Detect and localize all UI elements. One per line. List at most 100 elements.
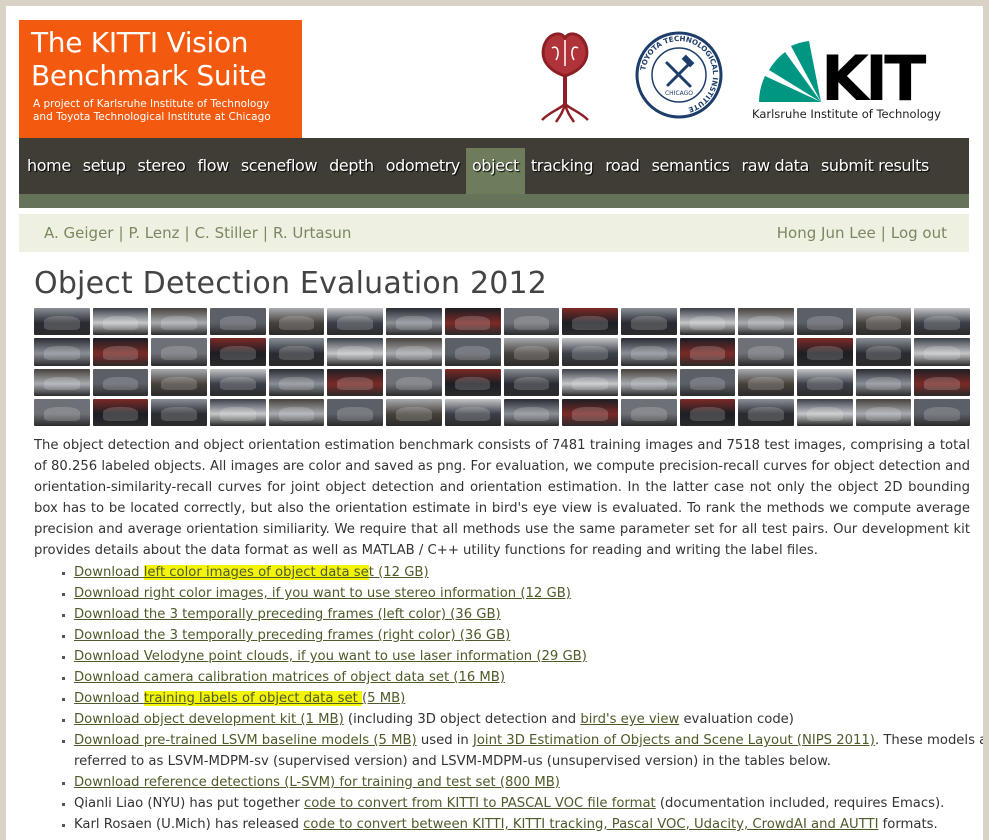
car-thumbnail: [796, 338, 853, 366]
pascal-voc-converter-link[interactable]: code to convert from KITTI to PASCAL VOC…: [304, 796, 656, 811]
download-velodyne-link[interactable]: Download Velodyne point clouds, if you w…: [74, 649, 587, 664]
car-thumbnail: [92, 308, 149, 336]
nav-home[interactable]: home: [21, 148, 77, 194]
car-thumbnail: [327, 398, 384, 426]
car-thumbnail: [92, 338, 149, 366]
nav-stereo[interactable]: stereo: [132, 148, 192, 194]
list-item: Download right color images, if you want…: [74, 583, 983, 604]
car-thumbnail: [327, 368, 384, 396]
car-thumbnail: [34, 338, 90, 366]
nav-semantics[interactable]: semantics: [646, 148, 736, 194]
car-thumbnail: [679, 308, 736, 336]
car-thumbnail: [796, 398, 853, 426]
user-name-link[interactable]: Hong Jun Lee: [777, 224, 876, 242]
nav-setup[interactable]: setup: [77, 148, 132, 194]
car-thumbnail: [503, 398, 560, 426]
list-item: Download pre-trained LSVM baseline model…: [74, 730, 983, 772]
kit-caption: Karlsruhe Institute of Technology: [752, 107, 941, 121]
example-images-grid: [34, 308, 970, 426]
car-thumbnail: [503, 308, 560, 336]
download-prev-frames-right-link[interactable]: Download the 3 temporally preceding fram…: [74, 628, 510, 643]
car-thumbnail: [34, 308, 90, 336]
car-thumbnail: [327, 338, 384, 366]
separator: |: [880, 224, 886, 242]
car-thumbnail: [444, 398, 501, 426]
list-item: Download reference detections (L-SVM) fo…: [74, 772, 983, 793]
car-thumbnail: [503, 368, 560, 396]
car-thumbnail: [210, 368, 266, 396]
car-thumbnail: [386, 338, 442, 366]
car-thumbnail: [444, 368, 501, 396]
author-link-lenz[interactable]: P. Lenz: [129, 224, 180, 242]
link-text: Download: [74, 565, 144, 580]
format-converter-link[interactable]: code to convert between KITTI, KITTI tra…: [303, 817, 878, 832]
logo-title: The KITTI Vision Benchmark Suite: [31, 26, 267, 92]
car-thumbnail: [151, 308, 208, 336]
car-thumbnail: [738, 368, 794, 396]
car-thumbnail: [444, 338, 501, 366]
download-training-labels-link[interactable]: Download training labels of object data …: [74, 691, 405, 706]
separator: |: [184, 224, 190, 242]
car-thumbnail: [503, 338, 560, 366]
birds-eye-view-link[interactable]: bird's eye view: [580, 712, 679, 727]
author-link-geiger[interactable]: A. Geiger: [44, 224, 113, 242]
car-thumbnail: [855, 368, 912, 396]
car-thumbnail: [386, 308, 442, 336]
car-thumbnail: [855, 308, 912, 336]
download-calibration-link[interactable]: Download camera calibration matrices of …: [74, 670, 505, 685]
item-text: evaluation code): [679, 712, 794, 727]
download-lsvm-models-link[interactable]: Download pre-trained LSVM baseline model…: [74, 733, 417, 748]
highlighted-text: left color images of object data se: [143, 565, 369, 580]
kitti-logo[interactable]: The KITTI Vision Benchmark Suite A proje…: [19, 20, 302, 138]
nav-depth[interactable]: depth: [323, 148, 380, 194]
car-thumbnail: [151, 338, 208, 366]
car-thumbnail: [386, 398, 442, 426]
car-thumbnail: [92, 368, 149, 396]
car-thumbnail: [855, 338, 912, 366]
car-thumbnail: [34, 398, 90, 426]
car-thumbnail: [620, 368, 677, 396]
car-thumbnail: [796, 368, 853, 396]
nav-road[interactable]: road: [599, 148, 645, 194]
car-thumbnail: [562, 338, 618, 366]
download-devkit-link[interactable]: Download object development kit (1 MB): [74, 712, 344, 727]
item-text: Qianli Liao (NYU) has put together: [74, 796, 304, 811]
author-link-urtasun[interactable]: R. Urtasun: [273, 224, 351, 242]
nav-sceneflow[interactable]: sceneflow: [235, 148, 323, 194]
tree-logo-icon[interactable]: [530, 26, 600, 124]
car-thumbnail: [679, 338, 736, 366]
car-thumbnail: [855, 398, 912, 426]
nav-tracking[interactable]: tracking: [525, 148, 599, 194]
link-text: (5 MB): [361, 691, 406, 706]
item-text: (including 3D object detection and: [343, 712, 581, 727]
item-text: formats.: [878, 817, 938, 832]
nav-submit-results[interactable]: submit results: [815, 148, 935, 194]
nav-object[interactable]: object: [466, 148, 525, 194]
car-thumbnail: [738, 308, 794, 336]
nav-odometry[interactable]: odometry: [380, 148, 466, 194]
download-prev-frames-left-link[interactable]: Download the 3 temporally preceding fram…: [74, 607, 501, 622]
download-right-color-link[interactable]: Download right color images, if you want…: [74, 586, 571, 601]
list-item: Download Velodyne point clouds, if you w…: [74, 646, 983, 667]
list-item: Download the 3 temporally preceding fram…: [74, 625, 983, 646]
nips-paper-link[interactable]: Joint 3D Estimation of Objects and Scene…: [473, 733, 875, 748]
car-thumbnail: [268, 398, 325, 426]
logout-link[interactable]: Log out: [891, 224, 947, 242]
nav-flow[interactable]: flow: [191, 148, 234, 194]
car-thumbnail: [210, 338, 266, 366]
downloads-list: Download left color images of object dat…: [34, 562, 983, 835]
author-link-stiller[interactable]: C. Stiller: [195, 224, 258, 242]
item-text: used in: [416, 733, 473, 748]
download-left-color-link[interactable]: Download left color images of object dat…: [74, 565, 429, 580]
user-area: Hong Jun Lee | Log out: [777, 224, 947, 242]
download-reference-detections-link[interactable]: Download reference detections (L-SVM) fo…: [74, 775, 560, 790]
nav-raw-data[interactable]: raw data: [736, 148, 815, 194]
page: The KITTI Vision Benchmark Suite A proje…: [6, 6, 983, 840]
car-thumbnail: [92, 398, 149, 426]
car-thumbnail: [210, 308, 266, 336]
list-item: Download object development kit (1 MB) (…: [74, 709, 983, 730]
item-text: (documentation included, requires Emacs)…: [655, 796, 945, 811]
car-thumbnail: [268, 308, 325, 336]
tti-seal-icon[interactable]: TOYOTA TECHNOLOGICAL INSTITUTE CHICAGO: [634, 30, 724, 120]
car-thumbnail: [386, 368, 442, 396]
